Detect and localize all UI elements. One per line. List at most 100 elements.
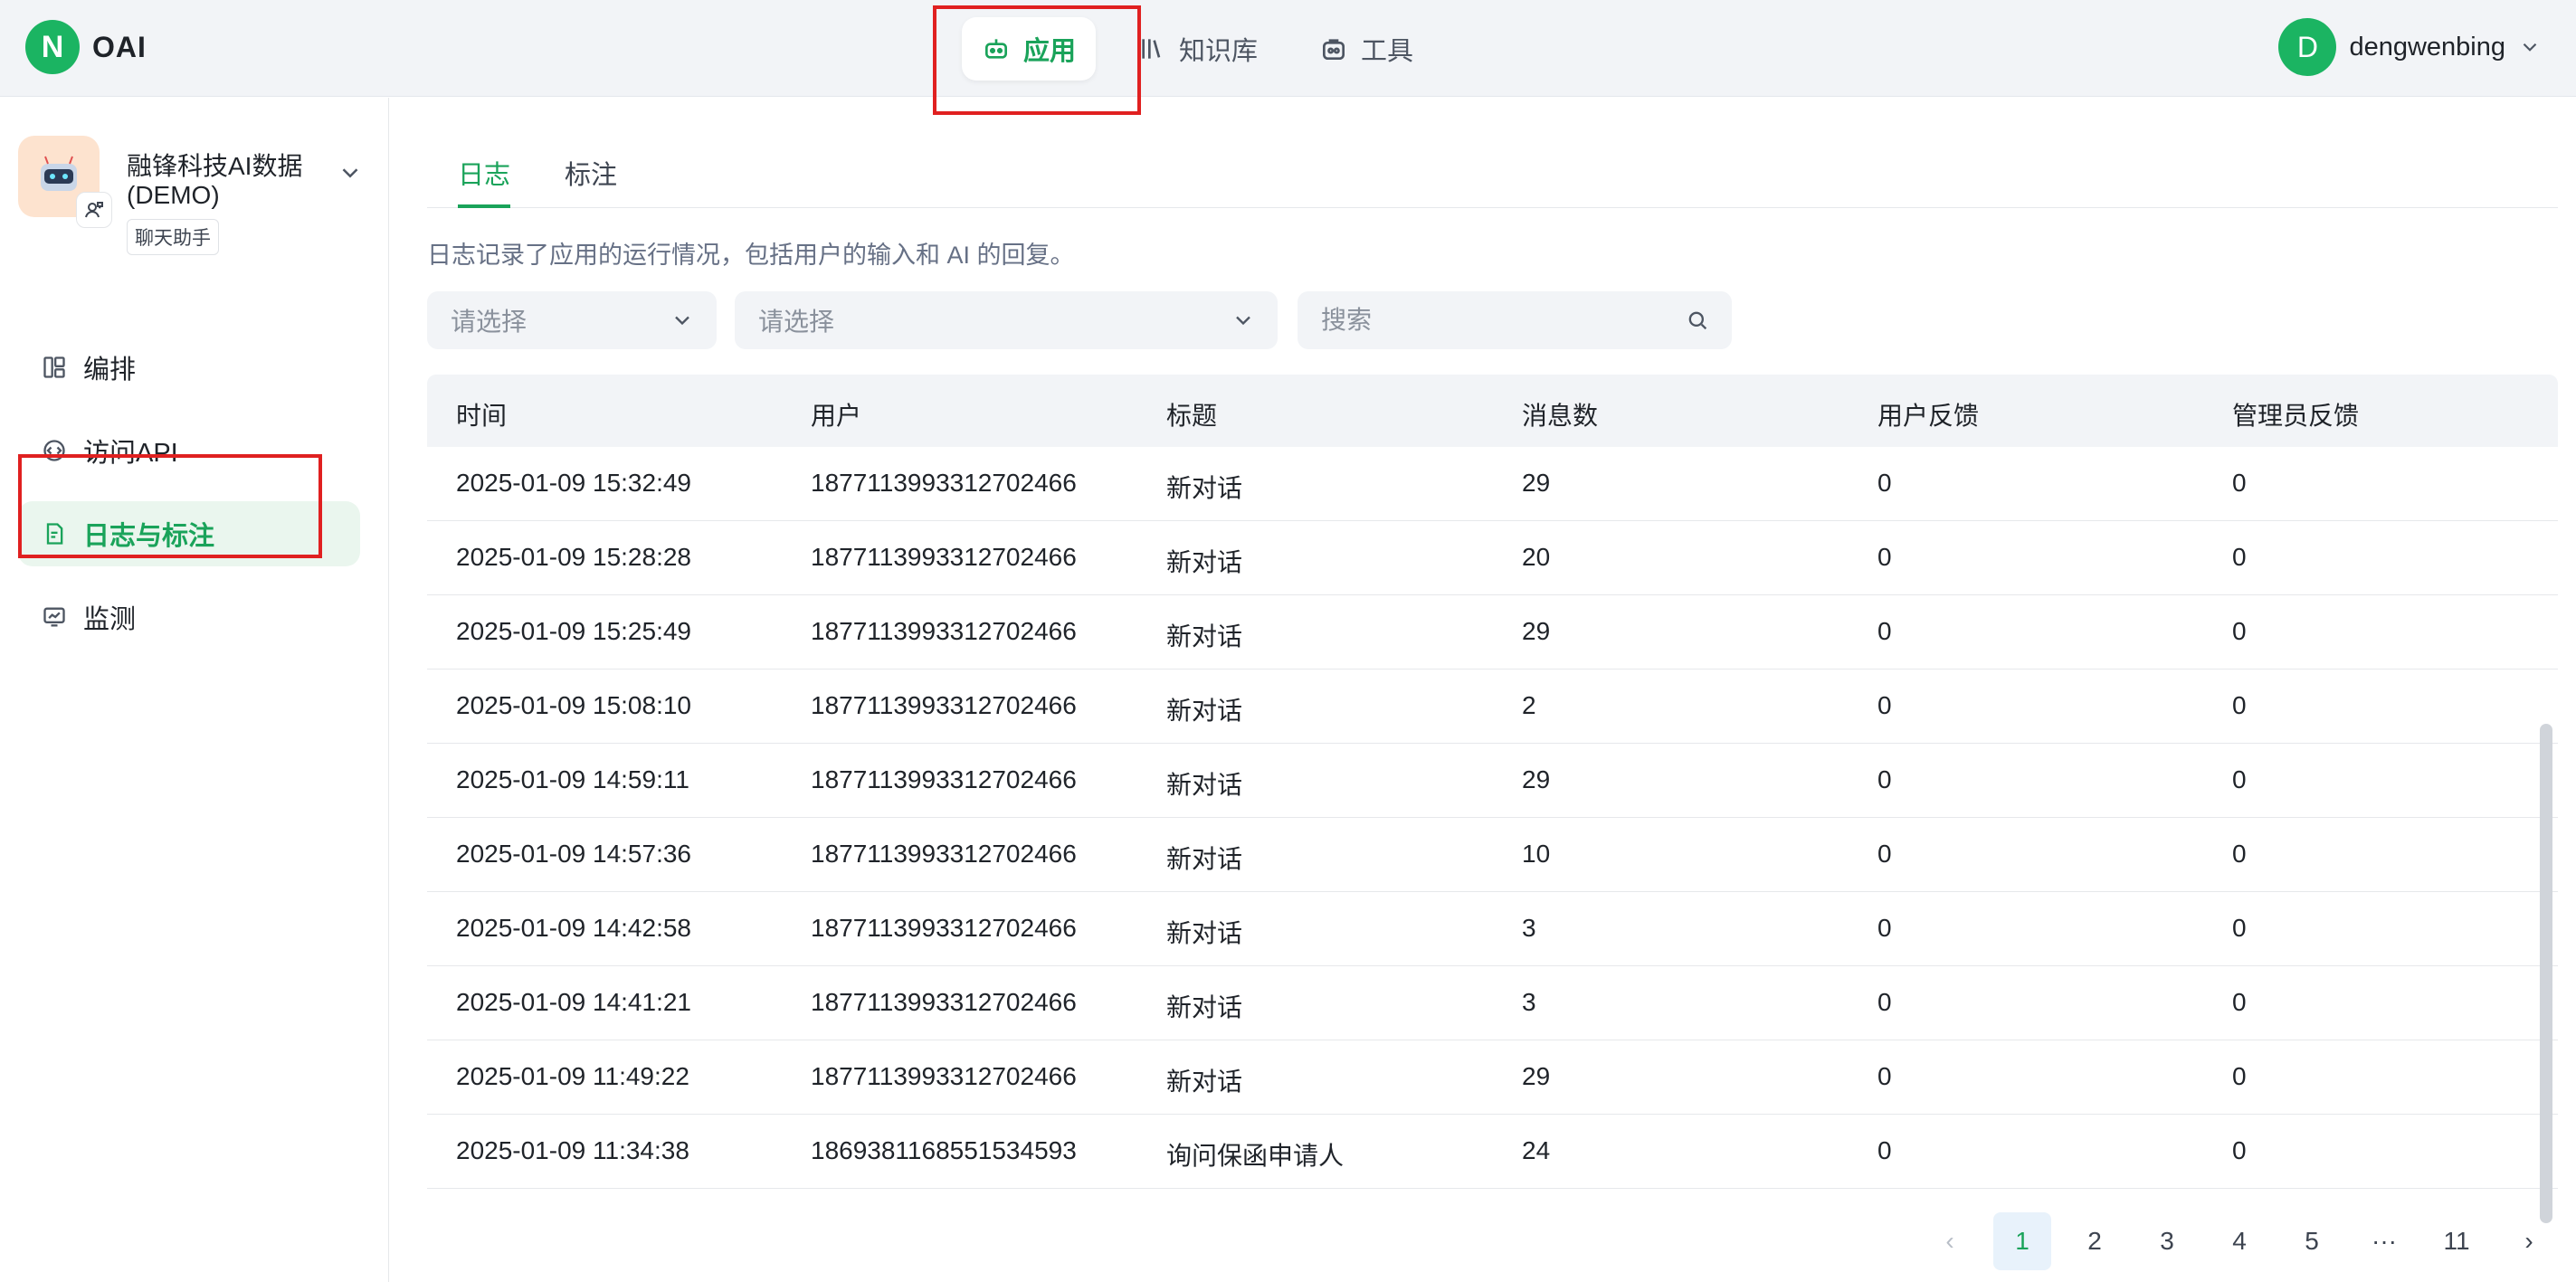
page-button[interactable]: 1	[1993, 1212, 2051, 1270]
table-cell: 1877113993312702466	[811, 1062, 1077, 1090]
table-cell: 0	[2232, 469, 2247, 497]
search-icon[interactable]	[1685, 308, 1710, 333]
table-cell: 0	[2232, 617, 2247, 645]
sidebar-item-monitor[interactable]: 监测	[18, 584, 360, 650]
table-cell: 0	[1877, 1062, 1892, 1090]
table-header: 时间 用户 标题 消息数 用户反馈 管理员反馈	[427, 375, 2558, 447]
table-row[interactable]: 2025-01-09 11:49:22 1877113993312702466 新对…	[427, 1040, 2558, 1115]
table-row[interactable]: 2025-01-09 15:25:49 1877113993312702466 新对…	[427, 595, 2558, 669]
table-cell: 0	[1877, 765, 1892, 793]
table-row[interactable]: 2025-01-09 15:08:10 1877113993312702466 新对…	[427, 669, 2558, 744]
page-button[interactable]: 4	[2210, 1212, 2268, 1270]
table-cell: 新对话	[1166, 622, 1243, 650]
table-cell: 1877113993312702466	[811, 543, 1077, 571]
table-cell: 29	[1522, 617, 1551, 645]
table-row[interactable]: 2025-01-09 15:32:49 1877113993312702466 新对…	[427, 447, 2558, 521]
table-cell: 2	[1522, 691, 1536, 719]
column-header: 用户	[811, 402, 862, 430]
next-page-button[interactable]: ›	[2500, 1212, 2558, 1270]
table-cell: 0	[1877, 840, 1892, 868]
table-cell: 0	[2232, 840, 2247, 868]
book-icon	[1142, 39, 1161, 59]
chevron-down-icon	[675, 316, 689, 326]
sidebar-item-label: 编排	[83, 356, 137, 385]
table-cell: 1877113993312702466	[811, 765, 1077, 793]
logo-mark-icon: N	[25, 20, 80, 74]
column-header: 管理员反馈	[2232, 402, 2360, 430]
page-button[interactable]: 11	[2428, 1212, 2486, 1270]
table-scrollbar[interactable]	[2540, 724, 2552, 1223]
layout-icon	[43, 356, 65, 378]
table-row[interactable]: 2025-01-09 14:41:21 1877113993312702466 新对…	[427, 966, 2558, 1040]
table-cell: 1877113993312702466	[811, 914, 1077, 942]
table-cell: 询问保函申请人	[1166, 1142, 1345, 1170]
table-row[interactable]: 2025-01-09 11:34:38 1869381168551534593 询问…	[427, 1115, 2558, 1189]
sidebar-item-orchestrate[interactable]: 编排	[18, 335, 360, 400]
table-cell: 0	[1877, 469, 1892, 497]
nav-tools[interactable]: 工具	[1299, 17, 1433, 81]
table-cell: 2025-01-09 15:08:10	[456, 691, 691, 719]
table-cell: 2025-01-09 11:34:38	[456, 1136, 689, 1164]
table-cell: 2025-01-09 15:25:49	[456, 617, 691, 645]
page-description: 日志记录了应用的运行情况，包括用户的输入和 AI 的回复。	[427, 242, 1075, 269]
log-icon	[46, 523, 63, 545]
table-cell: 0	[1877, 988, 1892, 1016]
table-cell: 0	[2232, 988, 2247, 1016]
table-cell: 29	[1522, 1062, 1551, 1090]
api-icon	[43, 440, 65, 461]
prev-page-button[interactable]: ‹	[1921, 1212, 1979, 1270]
table-cell: 1877113993312702466	[811, 988, 1077, 1016]
sidebar: 融锋科技AI数据(DEMO) 聊天助手 编排 访问API 日志与标注 监测	[0, 98, 389, 1282]
table-cell: 29	[1522, 765, 1551, 793]
chevron-down-icon	[2523, 43, 2537, 52]
table-cell: 0	[1877, 691, 1892, 719]
app-name: 融锋科技AI数据(DEMO)	[127, 152, 303, 209]
table-cell: 2025-01-09 14:41:21	[456, 988, 691, 1016]
username: dengwenbing	[2349, 32, 2505, 62]
table-row[interactable]: 2025-01-09 14:59:11 1877113993312702466 新对…	[427, 744, 2558, 818]
page-button[interactable]: 5	[2283, 1212, 2341, 1270]
sidebar-item-api[interactable]: 访问API	[18, 418, 360, 483]
page-button[interactable]: 3	[2138, 1212, 2196, 1270]
page-button[interactable]: 2	[2066, 1212, 2124, 1270]
main-nav: 应用 知识库 工具	[962, 16, 1455, 81]
app-selector[interactable]: 融锋科技AI数据(DEMO) 聊天助手	[18, 127, 371, 255]
table-cell: 0	[2232, 543, 2247, 571]
table-cell: 1877113993312702466	[811, 840, 1077, 868]
nav-apps[interactable]: 应用	[962, 17, 1097, 81]
page-ellipsis[interactable]: ···	[2355, 1212, 2413, 1270]
search-input[interactable]	[1321, 306, 1665, 335]
filter-select-1[interactable]: 请选择	[427, 291, 717, 349]
table-cell: 1877113993312702466	[811, 617, 1077, 645]
chevron-down-icon	[342, 168, 358, 178]
table-row[interactable]: 2025-01-09 15:28:28 1877113993312702466 新对…	[427, 521, 2558, 595]
sidebar-item-logs[interactable]: 日志与标注	[18, 501, 360, 566]
table-cell: 1877113993312702466	[811, 691, 1077, 719]
sidebar-item-label: 监测	[83, 605, 137, 634]
brand-logo[interactable]: N OAI	[25, 20, 147, 74]
top-bar: N OAI 应用 知识库 工具 D dengwenbing	[0, 0, 2576, 97]
table-cell: 2025-01-09 11:49:22	[456, 1062, 689, 1090]
sidebar-item-label: 日志与标注	[83, 522, 215, 551]
table-cell: 新对话	[1166, 697, 1243, 725]
table-row[interactable]: 2025-01-09 14:42:58 1877113993312702466 新对…	[427, 892, 2558, 966]
user-menu[interactable]: D dengwenbing	[2278, 18, 2542, 76]
tab-bar: 日志 标注	[427, 154, 2558, 208]
table-cell: 0	[1877, 1136, 1892, 1164]
tab-logs[interactable]: 日志	[458, 154, 511, 208]
search-box	[1298, 291, 1732, 349]
nav-knowledge[interactable]: 知识库	[1117, 17, 1278, 81]
table-cell: 新对话	[1166, 474, 1243, 502]
table-cell: 新对话	[1166, 993, 1243, 1021]
table-row[interactable]: 2025-01-09 14:57:36 1877113993312702466 新对…	[427, 818, 2558, 892]
monitor-icon	[43, 607, 65, 627]
table-body: 2025-01-09 15:32:49 1877113993312702466 新对…	[427, 447, 2558, 1189]
table-cell: 2025-01-09 14:42:58	[456, 914, 691, 942]
tab-annotations[interactable]: 标注	[565, 154, 617, 208]
filter-select-2[interactable]: 请选择	[735, 291, 1278, 349]
table-cell: 0	[2232, 765, 2247, 793]
table-cell: 新对话	[1166, 845, 1243, 873]
table-cell: 2025-01-09 14:57:36	[456, 840, 691, 868]
table-cell: 0	[2232, 1136, 2247, 1164]
select-placeholder: 请选择	[758, 308, 835, 336]
